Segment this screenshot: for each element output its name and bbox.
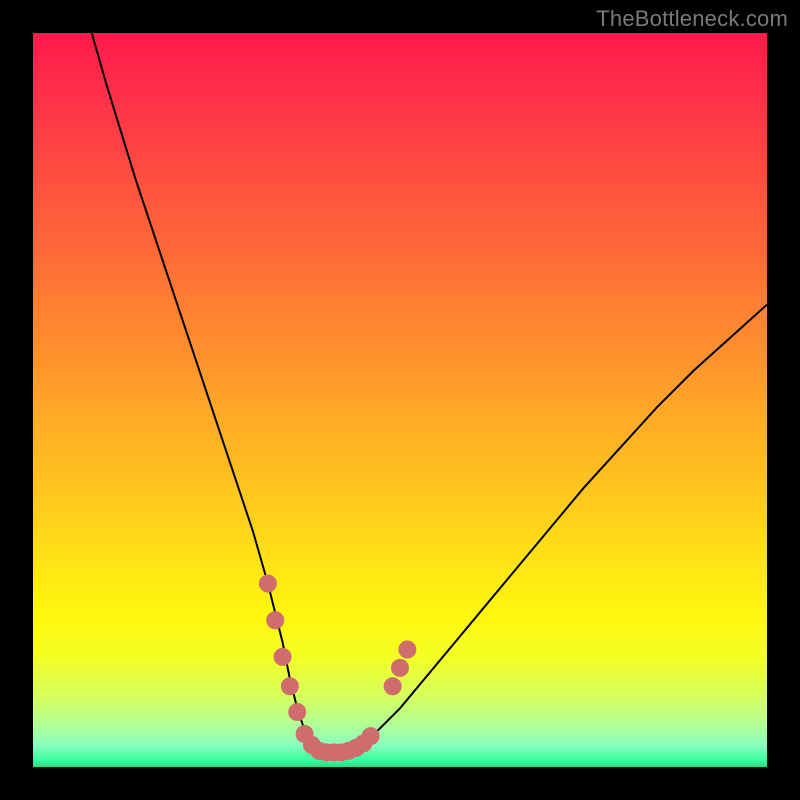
marker-group (259, 575, 415, 761)
plot-area (33, 33, 767, 767)
curve-marker (289, 703, 306, 720)
curve-marker (384, 678, 401, 695)
curve-marker (274, 648, 291, 665)
chart-frame: TheBottleneck.com (0, 0, 800, 800)
curve-marker (267, 612, 284, 629)
curve-marker (399, 641, 416, 658)
curve-marker (259, 575, 276, 592)
curve-marker (281, 678, 298, 695)
curve-marker (392, 659, 409, 676)
curve-marker (362, 728, 379, 745)
bottleneck-curve (92, 33, 767, 752)
chart-svg (33, 33, 767, 767)
watermark-text: TheBottleneck.com (596, 6, 788, 32)
